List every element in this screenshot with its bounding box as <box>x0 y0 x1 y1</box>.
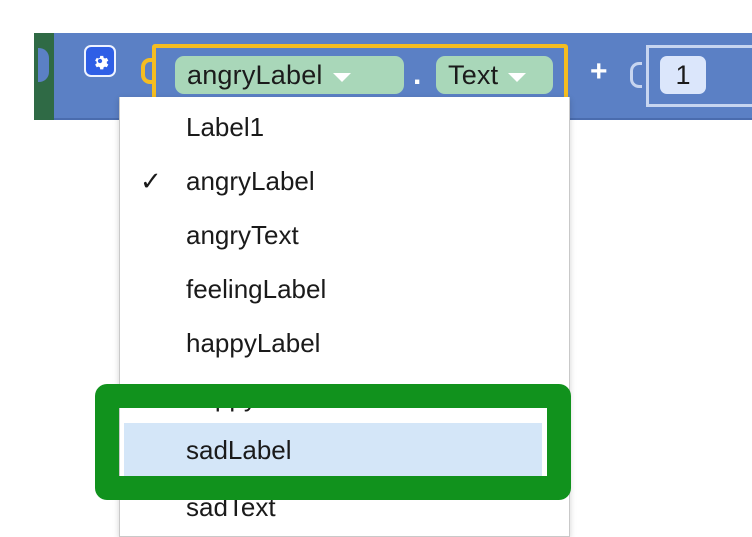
chevron-down-icon <box>508 72 527 82</box>
menu-item-label1[interactable]: Label1 <box>120 100 569 154</box>
menu-item-feelinglabel[interactable]: feelingLabel <box>120 262 569 316</box>
number-block-tab <box>630 62 642 88</box>
property-dropdown[interactable]: Text <box>436 56 553 94</box>
component-dropdown[interactable]: angryLabel <box>175 56 404 94</box>
property-separator: . <box>413 58 422 91</box>
gear-icon <box>95 55 109 70</box>
block-output-tab <box>38 48 49 82</box>
menu-item-label: Label1 <box>186 111 265 142</box>
chevron-down-icon <box>332 72 351 82</box>
number-field[interactable]: 1 <box>660 56 706 94</box>
mutator-gear-button[interactable] <box>84 45 116 77</box>
menu-item-angrytext[interactable]: angryText <box>120 208 569 262</box>
menu-item-label: feelingLabel <box>186 273 327 304</box>
property-dropdown-value: Text <box>448 59 499 90</box>
menu-item-angrylabel[interactable]: ✓ angryLabel <box>120 154 569 208</box>
highlight-frame <box>95 384 571 500</box>
join-operator: + <box>590 55 608 88</box>
menu-item-label: angryLabel <box>186 165 315 196</box>
menu-item-happylabel[interactable]: happyLabel <box>120 316 569 370</box>
component-dropdown-value: angryLabel <box>187 59 323 90</box>
menu-item-label: happyLabel <box>186 327 321 358</box>
menu-item-label: angryText <box>186 219 299 250</box>
checkmark-icon: ✓ <box>140 165 162 196</box>
